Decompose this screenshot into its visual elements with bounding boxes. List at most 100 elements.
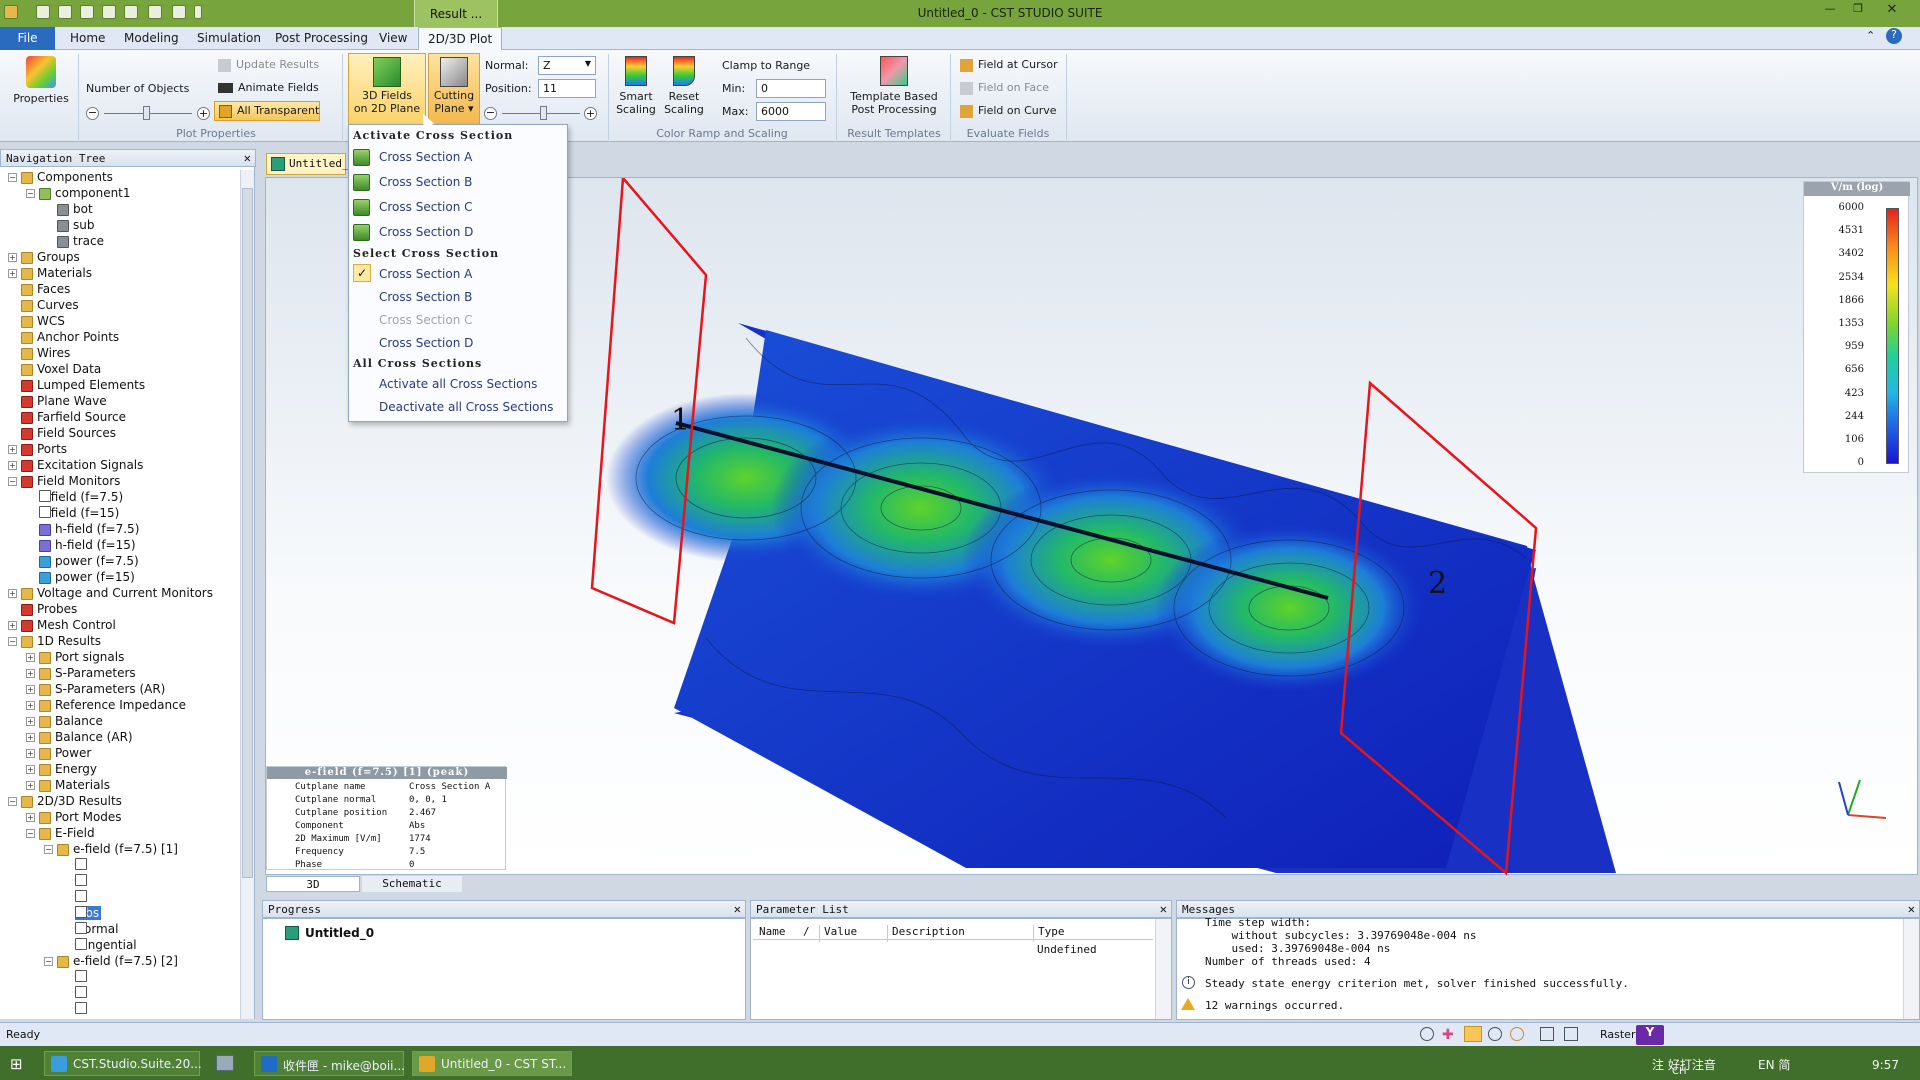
close-button[interactable]: ✕ [1880, 2, 1904, 17]
task-cst-suite[interactable]: CST.Studio.Suite.20... [44, 1051, 202, 1076]
tree-node[interactable]: − 1D Results [8, 634, 101, 650]
tab-view[interactable]: View [379, 31, 407, 45]
ribbon-minimize-icon[interactable]: ⌃ [1866, 29, 1875, 42]
tree-node[interactable]: − Components [8, 170, 113, 186]
param-scrollbar[interactable] [1155, 919, 1171, 1019]
quick-access-dropdown-icon[interactable] [194, 5, 202, 19]
tree-node[interactable]: Voxel Data [8, 362, 101, 378]
save-all-icon[interactable] [102, 5, 116, 19]
expand-icon[interactable]: + [26, 749, 35, 758]
collapse-icon[interactable]: − [26, 829, 35, 838]
tree-node[interactable]: trace [44, 234, 104, 250]
zoom-plus-icon[interactable]: + [197, 107, 210, 120]
tree-node[interactable]: Wires [8, 346, 70, 362]
collapse-icon[interactable]: − [44, 957, 53, 966]
tree-node[interactable]: Normal [62, 922, 118, 938]
zoom-minus-icon[interactable]: − [86, 107, 99, 120]
tab-3d[interactable]: 3D [266, 876, 360, 892]
view-cube-icon[interactable] [1564, 1027, 1578, 1041]
tree-node[interactable]: + Reference Impedance [26, 698, 186, 714]
tree-node[interactable]: + Groups [8, 250, 80, 266]
collapse-icon[interactable]: − [26, 189, 35, 198]
field-on-face-button[interactable]: Field on Face [960, 81, 1049, 95]
position-input[interactable]: 11 [538, 79, 596, 98]
tree-node[interactable]: + Materials [8, 266, 92, 282]
fit-view-icon[interactable] [1540, 1027, 1554, 1041]
dd-select-a[interactable]: Cross Section A [379, 267, 472, 281]
expand-icon[interactable]: + [8, 445, 17, 454]
print-icon[interactable] [124, 5, 138, 19]
col-type[interactable]: Type [1033, 925, 1065, 942]
tree-node[interactable]: − e-field (f=7.5) [2] [44, 954, 178, 970]
help-icon[interactable]: ? [1886, 28, 1902, 44]
close-icon[interactable]: ✕ [244, 151, 251, 165]
smart-scaling-button[interactable]: Smart Scaling [614, 56, 658, 116]
expand-icon[interactable]: + [26, 669, 35, 678]
collapse-icon[interactable]: − [8, 173, 17, 182]
tree-node[interactable]: + S-Parameters [26, 666, 136, 682]
field-at-cursor-button[interactable]: Field at Cursor [960, 58, 1058, 72]
tree-node[interactable]: − 2D/3D Results [8, 794, 122, 810]
tree-node[interactable]: Farfield Source [8, 410, 126, 426]
tab-2d3d-plot[interactable]: 2D/3D Plot [418, 27, 503, 50]
col-description[interactable]: Description [887, 925, 965, 942]
tree-node[interactable]: Y [62, 874, 87, 890]
dd-activate-b[interactable]: Cross Section B [379, 175, 472, 189]
tree-node[interactable]: − Field Monitors [8, 474, 120, 490]
tree-node[interactable]: Y [62, 986, 87, 1002]
slider-thumb[interactable] [143, 106, 150, 120]
clamp-to-range-checkbox[interactable]: Clamp to Range [722, 59, 810, 72]
collapse-icon[interactable]: − [8, 477, 17, 486]
tree-node[interactable]: + Ports [8, 442, 67, 458]
close-icon[interactable]: ✕ [734, 902, 741, 916]
max-input[interactable]: 6000 [756, 102, 826, 121]
tree-node[interactable]: Lumped Elements [8, 378, 145, 394]
tab-home[interactable]: Home [70, 31, 105, 45]
tree-node[interactable]: + Voltage and Current Monitors [8, 586, 213, 602]
tree-node[interactable]: power (f=15) [26, 570, 135, 586]
expand-icon[interactable]: + [26, 765, 35, 774]
tree-node[interactable]: Z [62, 890, 87, 906]
yahoo-icon[interactable]: Y [1636, 1025, 1664, 1045]
tree-node[interactable]: Z [62, 1002, 87, 1018]
tree-node[interactable]: + Port Modes [26, 810, 122, 826]
collapse-icon[interactable]: − [8, 797, 17, 806]
expand-icon[interactable]: + [26, 781, 35, 790]
task-mail[interactable]: 收件匣 - mike@boii... [254, 1051, 405, 1076]
dd-activate-c[interactable]: Cross Section C [379, 200, 473, 214]
template-based-post-processing-button[interactable]: Template Based Post Processing [846, 56, 942, 116]
tree-node[interactable]: e-field (f=7.5) [26, 490, 123, 506]
redo-icon[interactable] [172, 5, 186, 19]
cutting-plane-button[interactable]: Cutting Plane ▾ [428, 53, 480, 125]
open-file-icon[interactable] [58, 5, 72, 19]
nav-scroll-thumb[interactable] [242, 188, 253, 878]
task-cst-studio[interactable]: Untitled_0 - CST ST... [412, 1051, 572, 1076]
close-icon[interactable]: ✕ [1160, 902, 1167, 916]
position-slider[interactable]: − + [484, 104, 600, 122]
dd-deactivate-all[interactable]: Deactivate all Cross Sections [379, 400, 553, 414]
expand-icon[interactable]: + [26, 701, 35, 710]
tree-node[interactable]: sub [44, 218, 94, 234]
tree-node[interactable]: Anchor Points [8, 330, 119, 346]
tree-node[interactable]: + Balance (AR) [26, 730, 133, 746]
maximize-button[interactable]: ❐ [1846, 2, 1870, 16]
expand-icon[interactable]: + [8, 269, 17, 278]
tree-node[interactable]: Faces [8, 282, 70, 298]
tree-node[interactable]: − E-Field [26, 826, 95, 842]
collapse-icon[interactable]: − [8, 637, 17, 646]
tab-file[interactable]: File [0, 27, 55, 50]
dd-select-d[interactable]: Cross Section D [379, 336, 473, 350]
tab-schematic[interactable]: Schematic [362, 876, 462, 892]
nav-scrollbar[interactable] [240, 170, 254, 1019]
pan-icon[interactable]: ✚ [1442, 1027, 1454, 1043]
normal-select[interactable]: Z ▼ [538, 56, 596, 75]
app-icon[interactable] [4, 5, 18, 19]
messages-scrollbar[interactable] [1903, 919, 1919, 1019]
collapse-icon[interactable]: − [44, 845, 53, 854]
tree-node[interactable]: X [62, 858, 87, 874]
position-slider-thumb[interactable] [540, 106, 547, 120]
expand-icon[interactable]: + [26, 813, 35, 822]
col-value[interactable]: Value [819, 925, 857, 942]
tab-modeling[interactable]: Modeling [124, 31, 179, 45]
windows-start-icon[interactable]: ⊞ [10, 1055, 28, 1073]
